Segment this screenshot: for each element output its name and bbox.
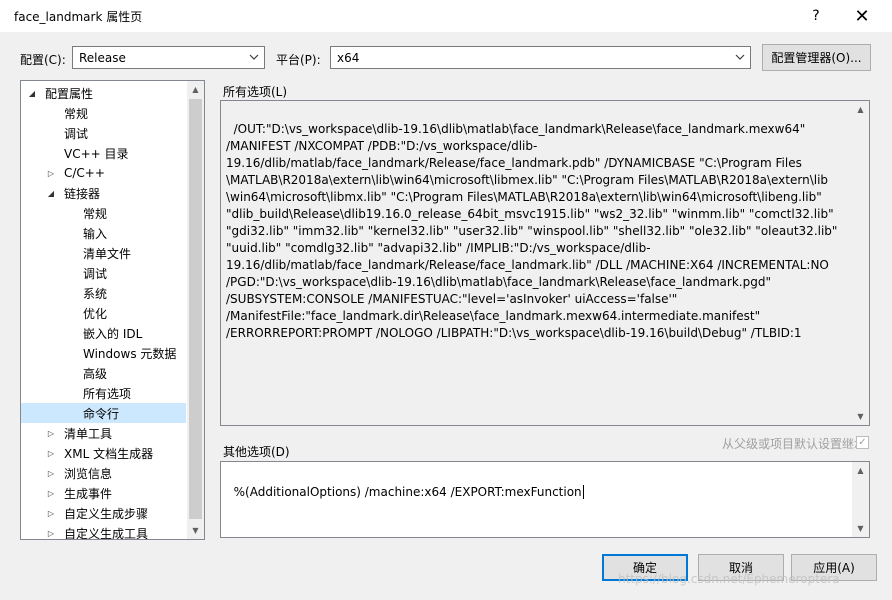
tree-item-label: 所有选项 — [83, 386, 132, 401]
tree-item-label: C/C++ — [64, 166, 105, 180]
tree-item[interactable]: VC++ 目录 — [21, 143, 186, 163]
scroll-thumb[interactable] — [189, 99, 202, 519]
tree-item[interactable]: 嵌入的 IDL — [21, 323, 186, 343]
close-button[interactable]: ✕ — [839, 0, 885, 32]
collapse-icon[interactable]: ◢ — [46, 188, 56, 198]
config-dropdown[interactable]: Release — [72, 46, 265, 69]
tree-item-label: 常规 — [83, 206, 108, 221]
tree-item[interactable]: 输入 — [21, 223, 186, 243]
tree-item[interactable]: 优化 — [21, 303, 186, 323]
inherit-checkbox[interactable]: ✓ — [856, 436, 869, 449]
tree-item[interactable]: 所有选项 — [21, 383, 186, 403]
tree-item-label: Windows 元数据 — [83, 346, 177, 361]
scroll-up-icon[interactable]: ▲ — [852, 101, 869, 118]
tree-item[interactable]: 常规 — [21, 103, 186, 123]
tree-item-label: XML 文档生成器 — [64, 446, 154, 461]
scroll-down-icon[interactable]: ▼ — [852, 408, 869, 425]
property-tree: ◢ 配置属性 常规 调试 VC++ 目录 ▷ C/C++ ◢ 链接器 常规 输入 清单文件 调试 系统 优化… — [20, 80, 205, 540]
expand-icon[interactable]: ▷ — [46, 488, 56, 498]
tree-item[interactable]: 命令行 — [21, 403, 186, 423]
tree-item[interactable]: ▷ C/C++ — [21, 163, 186, 183]
other-options-label: 其他选项(D) — [223, 445, 290, 459]
title-bar: face_landmark 属性页 ? ✕ — [0, 0, 892, 32]
tree-item-label: 优化 — [83, 306, 108, 321]
tree-item[interactable]: 高级 — [21, 363, 186, 383]
help-icon: ? — [812, 8, 820, 24]
tree-item[interactable]: ▷ 自定义生成步骤 — [21, 503, 186, 523]
tree-item-label: VC++ 目录 — [64, 146, 129, 161]
tree-item[interactable]: ▷ 自定义生成工具 — [21, 523, 186, 540]
chevron-down-icon — [735, 54, 745, 60]
tree-item-label: 常规 — [64, 106, 89, 121]
tree-item[interactable]: ▷ XML 文档生成器 — [21, 443, 186, 463]
tree-item-label: 调试 — [83, 266, 108, 281]
config-manager-button[interactable]: 配置管理器(O)... — [762, 44, 871, 71]
tree-item[interactable]: ◢ 配置属性 — [21, 83, 186, 103]
all-options-text: /OUT:"D:\vs_workspace\dlib-19.16\dlib\ma… — [226, 122, 838, 340]
other-options-text: %(AdditionalOptions) /machine:x64 /EXPOR… — [233, 485, 582, 499]
tree-item[interactable]: ▷ 浏览信息 — [21, 463, 186, 483]
close-icon: ✕ — [854, 5, 870, 27]
tree-item-label: 高级 — [83, 366, 108, 381]
tree-item-label: 清单文件 — [83, 246, 132, 261]
tree-item[interactable]: 调试 — [21, 123, 186, 143]
platform-dropdown[interactable]: x64 — [330, 46, 751, 69]
tree-item-label: 调试 — [64, 126, 89, 141]
scroll-down-icon[interactable]: ▼ — [187, 522, 204, 539]
chevron-down-icon — [249, 54, 259, 60]
scroll-up-icon[interactable]: ▲ — [187, 81, 204, 98]
platform-value: x64 — [337, 50, 360, 65]
tree-item-label: 系统 — [83, 286, 108, 301]
tree-item-label: 浏览信息 — [64, 466, 113, 481]
tree-item-label: 链接器 — [64, 186, 101, 201]
inherit-label: 从父级或项目默认设置继承 — [721, 437, 866, 451]
tree-item-label: 嵌入的 IDL — [83, 326, 143, 341]
window-title: face_landmark 属性页 — [14, 10, 143, 24]
other-options-scrollbar[interactable]: ▲ ▼ — [852, 462, 869, 537]
expand-icon[interactable]: ▷ — [46, 508, 56, 518]
all-options-scrollbar[interactable]: ▲ ▼ — [852, 101, 869, 425]
scroll-down-icon[interactable]: ▼ — [852, 520, 869, 537]
tree-item[interactable]: ▷ 生成事件 — [21, 483, 186, 503]
expand-icon[interactable]: ▷ — [46, 448, 56, 458]
expand-icon[interactable]: ▷ — [46, 428, 56, 438]
all-options-textbox[interactable]: /OUT:"D:\vs_workspace\dlib-19.16\dlib\ma… — [220, 100, 870, 426]
tree-item-label: 自定义生成工具 — [64, 526, 149, 540]
tree-item-label: 配置属性 — [45, 86, 94, 101]
tree-item[interactable]: ◢ 链接器 — [21, 183, 186, 203]
platform-label: 平台(P): — [276, 53, 321, 67]
tree-item-label: 输入 — [83, 226, 108, 241]
collapse-icon[interactable]: ◢ — [27, 88, 37, 98]
watermark-text: https://blog.csdn.net/Ephemeroptera — [618, 572, 840, 586]
help-button[interactable]: ? — [793, 0, 839, 32]
expand-icon[interactable]: ▷ — [46, 168, 56, 178]
tree-scrollbar[interactable]: ▲ ▼ — [187, 81, 204, 539]
tree-item[interactable]: 清单文件 — [21, 243, 186, 263]
expand-icon[interactable]: ▷ — [46, 468, 56, 478]
tree-item-label: 生成事件 — [64, 486, 113, 501]
tree-item[interactable]: 常规 — [21, 203, 186, 223]
scroll-up-icon[interactable]: ▲ — [852, 462, 869, 479]
config-label: 配置(C): — [20, 53, 66, 67]
check-icon: ✓ — [858, 437, 867, 448]
text-cursor — [582, 485, 584, 499]
tree-item[interactable]: 系统 — [21, 283, 186, 303]
tree-item-label: 命令行 — [83, 406, 120, 421]
tree-item-label: 清单工具 — [64, 426, 113, 441]
other-options-input[interactable]: %(AdditionalOptions) /machine:x64 /EXPOR… — [220, 461, 870, 538]
all-options-label: 所有选项(L) — [223, 85, 288, 99]
tree-item[interactable]: 调试 — [21, 263, 186, 283]
tree-item[interactable]: Windows 元数据 — [21, 343, 186, 363]
tree-item[interactable]: ▷ 清单工具 — [21, 423, 186, 443]
config-value: Release — [79, 50, 126, 65]
tree-item-label: 自定义生成步骤 — [64, 506, 149, 521]
expand-icon[interactable]: ▷ — [46, 528, 56, 538]
